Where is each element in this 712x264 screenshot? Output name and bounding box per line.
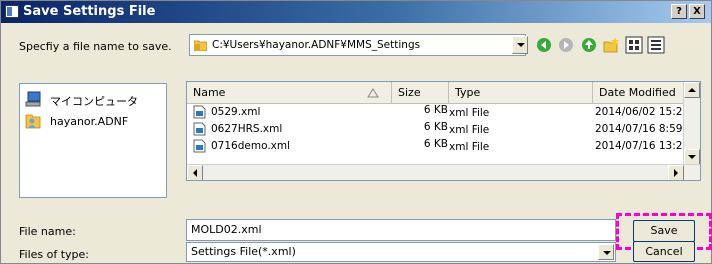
file-name-input[interactable]: MOLD02.xml <box>186 219 616 241</box>
forward-icon[interactable] <box>557 36 575 54</box>
title-bar[interactable]: Save Settings File ? X <box>1 1 711 23</box>
xml-file-icon <box>193 105 206 119</box>
arrow-right-icon <box>674 169 678 177</box>
save-in-combo[interactable]: C:¥Users¥hayanor.ADNF¥MMS_Settings <box>189 34 526 56</box>
save-in-label: Specfiy a file name to save. <box>19 40 172 53</box>
file-type-label: Files of type: <box>19 248 90 261</box>
file-type-select[interactable]: Settings File(*.xml) <box>186 242 616 262</box>
save-in-path: C:¥Users¥hayanor.ADNF¥MMS_Settings <box>212 39 421 51</box>
xml-file-icon <box>193 139 206 153</box>
cancel-button[interactable]: Cancel <box>633 241 695 262</box>
file-row[interactable]: 0716demo.xml 6 KB xml File 2014/07/16 13… <box>187 138 687 154</box>
save-button[interactable]: Save <box>633 220 695 242</box>
back-icon[interactable] <box>535 36 553 54</box>
list-view-icon[interactable] <box>625 36 643 54</box>
place-label: マイコンピュータ <box>50 95 138 108</box>
scroll-up-button[interactable] <box>684 82 700 98</box>
column-header-name[interactable]: Name <box>187 82 392 104</box>
scroll-left-button[interactable] <box>187 165 203 180</box>
vertical-scrollbar[interactable] <box>683 82 700 165</box>
computer-icon <box>25 91 41 107</box>
details-view-icon[interactable] <box>647 36 665 54</box>
file-list[interactable]: Name Size Type Date Modified 0529.xml 6 … <box>186 81 701 181</box>
close-button[interactable]: X <box>689 4 705 19</box>
save-dialog: Save Settings File ? X Specfiy a file na… <box>0 0 712 264</box>
xml-file-icon <box>193 122 206 136</box>
sort-ascending-icon <box>367 88 379 98</box>
arrow-down-icon <box>688 155 696 159</box>
new-folder-icon[interactable] <box>602 36 620 54</box>
window-title: Save Settings File <box>23 4 156 19</box>
scroll-down-button[interactable] <box>684 149 700 165</box>
file-name-label: File name: <box>19 225 76 238</box>
horizontal-scrollbar[interactable] <box>187 164 700 180</box>
window-icon <box>5 5 19 18</box>
file-row[interactable]: 0627HRS.xml 6 KB xml File 2014/07/16 8:5… <box>187 121 687 137</box>
arrow-left-icon <box>193 169 197 177</box>
folder-icon <box>194 40 207 51</box>
column-header-type[interactable]: Type <box>449 82 593 104</box>
scroll-right-button[interactable] <box>668 165 684 180</box>
help-button[interactable]: ? <box>671 4 687 19</box>
up-folder-icon[interactable] <box>580 36 598 54</box>
user-folder-icon <box>25 114 41 129</box>
places-pane: マイコンピュータ hayanor.ADNF <box>19 83 167 198</box>
file-type-dropdown-button[interactable] <box>598 244 614 260</box>
place-label: hayanor.ADNF <box>50 115 129 128</box>
arrow-up-icon <box>688 88 696 92</box>
save-in-dropdown-button[interactable] <box>512 36 528 54</box>
file-row[interactable]: 0529.xml 6 KB xml File 2014/06/02 15:2 <box>187 104 687 120</box>
column-header-size[interactable]: Size <box>392 82 449 104</box>
